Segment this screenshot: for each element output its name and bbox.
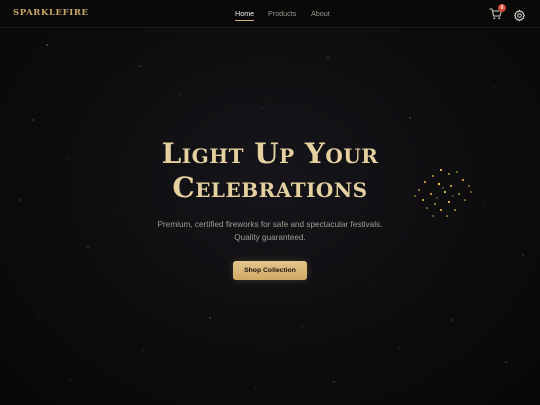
nav-link-about[interactable]: About: [311, 9, 330, 18]
hero-subtitle-line-2: Quality guaranteed.: [234, 233, 306, 242]
hero-subtitle-line-1: Premium, certified fireworks for safe an…: [157, 220, 383, 229]
cart-count-badge: 0: [498, 4, 506, 12]
top-navigation-bar: SPARKLEFIRE Home Products About 0: [0, 0, 540, 28]
hero-title-line-2: Celebrations: [172, 171, 368, 204]
settings-button[interactable]: [513, 7, 526, 22]
hero-section: Light Up Your Celebrations Premium, cert…: [0, 0, 540, 405]
shop-collection-button[interactable]: Shop Collection: [233, 261, 307, 280]
nav-link-home[interactable]: Home: [235, 9, 255, 22]
hero-title-line-1: Light Up Your: [161, 137, 379, 170]
main-nav: Home Products About: [0, 9, 540, 23]
nav-link-products[interactable]: Products: [268, 9, 296, 18]
gear-icon: [513, 9, 526, 22]
